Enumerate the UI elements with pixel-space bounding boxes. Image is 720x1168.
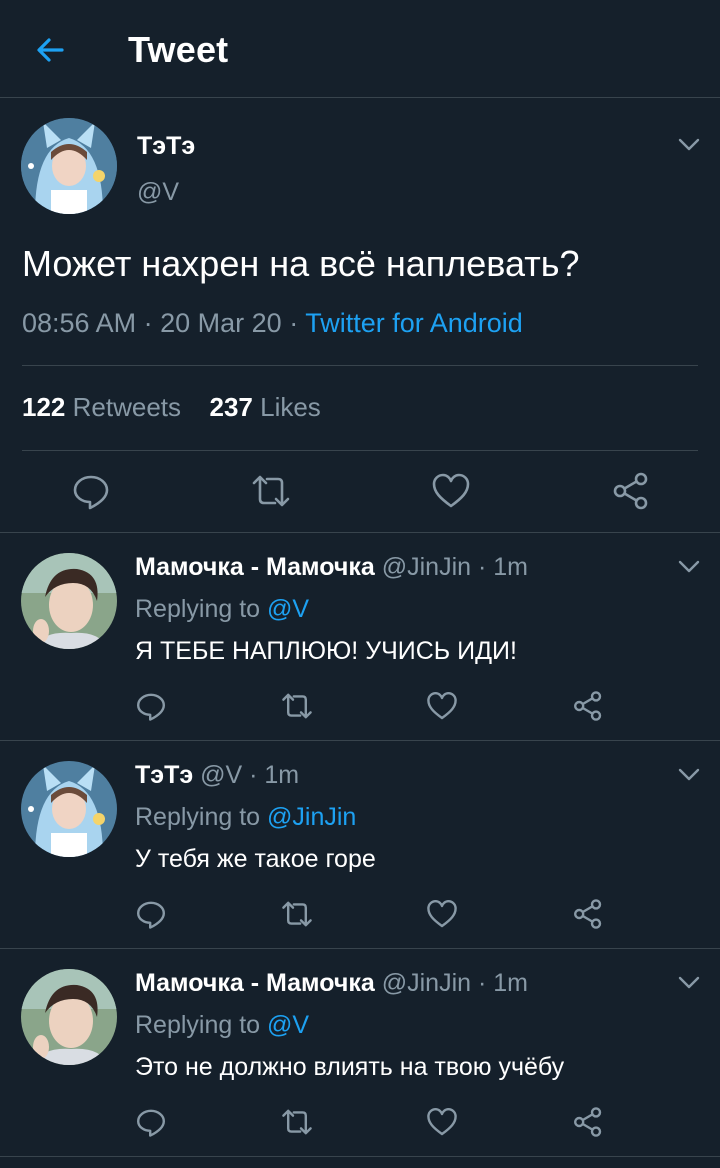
replying-label: Replying to (135, 1011, 261, 1039)
reply-text: Это не должно влиять на твою учёбу (135, 1053, 565, 1081)
share-icon[interactable] (572, 898, 604, 930)
like-icon[interactable] (426, 690, 458, 722)
like-icon[interactable] (426, 898, 458, 930)
share-icon[interactable] (572, 1106, 604, 1138)
chevron-down-icon[interactable] (678, 976, 700, 990)
reply-header: ТэТэ @V · 1m (135, 761, 299, 790)
chevron-down-icon[interactable] (678, 560, 700, 574)
avatar[interactable] (21, 118, 117, 214)
header-bar: Tweet (0, 0, 720, 98)
tweet-meta: 08:56 AM · 20 Mar 20 · Twitter for Andro… (22, 308, 523, 339)
retweets-label[interactable]: Retweets (73, 392, 181, 422)
meta-separator: · (477, 969, 487, 997)
likes-count[interactable]: 237 (209, 392, 252, 422)
reply-time: 1m (493, 969, 528, 997)
replying-label: Replying to (135, 803, 261, 831)
share-icon[interactable] (611, 471, 651, 511)
avatar[interactable] (21, 969, 117, 1065)
retweet-icon[interactable] (281, 898, 313, 930)
mention-link[interactable]: @V (267, 1011, 309, 1039)
chevron-down-icon[interactable] (678, 768, 700, 782)
divider (22, 365, 698, 366)
divider (22, 450, 698, 451)
tweet-source-link[interactable]: Twitter for Android (305, 308, 523, 338)
like-icon[interactable] (426, 1106, 458, 1138)
divider (0, 948, 720, 949)
display-name[interactable]: ТэТэ (135, 761, 193, 789)
user-handle[interactable]: @JinJin (382, 969, 471, 997)
display-name[interactable]: ТэТэ (137, 132, 195, 161)
replying-to: Replying to @JinJin (135, 803, 356, 832)
reply-icon[interactable] (135, 1106, 167, 1138)
reply-icon[interactable] (135, 690, 167, 722)
user-handle[interactable]: @V (137, 178, 179, 207)
reply-icon[interactable] (135, 898, 167, 930)
replying-label: Replying to (135, 595, 261, 623)
user-handle[interactable]: @V (200, 761, 242, 789)
reply-header: Мамочка - Мамочка @JinJin · 1m (135, 553, 528, 582)
retweet-icon[interactable] (251, 471, 291, 511)
tweet-time: 08:56 AM (22, 308, 137, 338)
avatar[interactable] (21, 553, 117, 649)
meta-separator: · (477, 553, 487, 581)
mention-link[interactable]: @V (267, 595, 309, 623)
display-name[interactable]: Мамочка - Мамочка (135, 553, 375, 581)
avatar[interactable] (21, 761, 117, 857)
divider (0, 740, 720, 741)
divider (0, 1156, 720, 1157)
page-title: Tweet (128, 29, 229, 70)
share-icon[interactable] (572, 690, 604, 722)
reply-time: 1m (493, 553, 528, 581)
reply-text: Я ТЕБЕ НАПЛЮЮ! УЧИСЬ ИДИ! (135, 637, 517, 665)
retweets-count[interactable]: 122 (22, 392, 65, 422)
like-icon[interactable] (431, 471, 471, 511)
back-button[interactable] (30, 30, 70, 70)
display-name[interactable]: Мамочка - Мамочка (135, 969, 375, 997)
replying-to: Replying to @V (135, 1011, 309, 1040)
chevron-down-icon[interactable] (678, 138, 700, 152)
retweet-icon[interactable] (281, 690, 313, 722)
reply-text: У тебя же такое горе (135, 845, 376, 873)
tweet-stats: 122 Retweets 237 Likes (22, 392, 321, 423)
back-arrow-icon (37, 38, 64, 62)
reply-icon[interactable] (71, 471, 111, 511)
reply-header: Мамочка - Мамочка @JinJin · 1m (135, 969, 528, 998)
meta-separator: · (249, 761, 258, 789)
retweet-icon[interactable] (281, 1106, 313, 1138)
tweet-date: 20 Mar 20 (160, 308, 282, 338)
meta-separator: · (289, 308, 299, 338)
divider (0, 532, 720, 533)
reply-time: 1m (264, 761, 300, 789)
meta-separator: · (143, 308, 153, 338)
replying-to: Replying to @V (135, 595, 309, 624)
user-handle[interactable]: @JinJin (382, 553, 471, 581)
mention-link[interactable]: @JinJin (267, 803, 356, 831)
tweet-text: Может нахрен на всё наплевать? (22, 243, 580, 284)
likes-label[interactable]: Likes (260, 392, 321, 422)
